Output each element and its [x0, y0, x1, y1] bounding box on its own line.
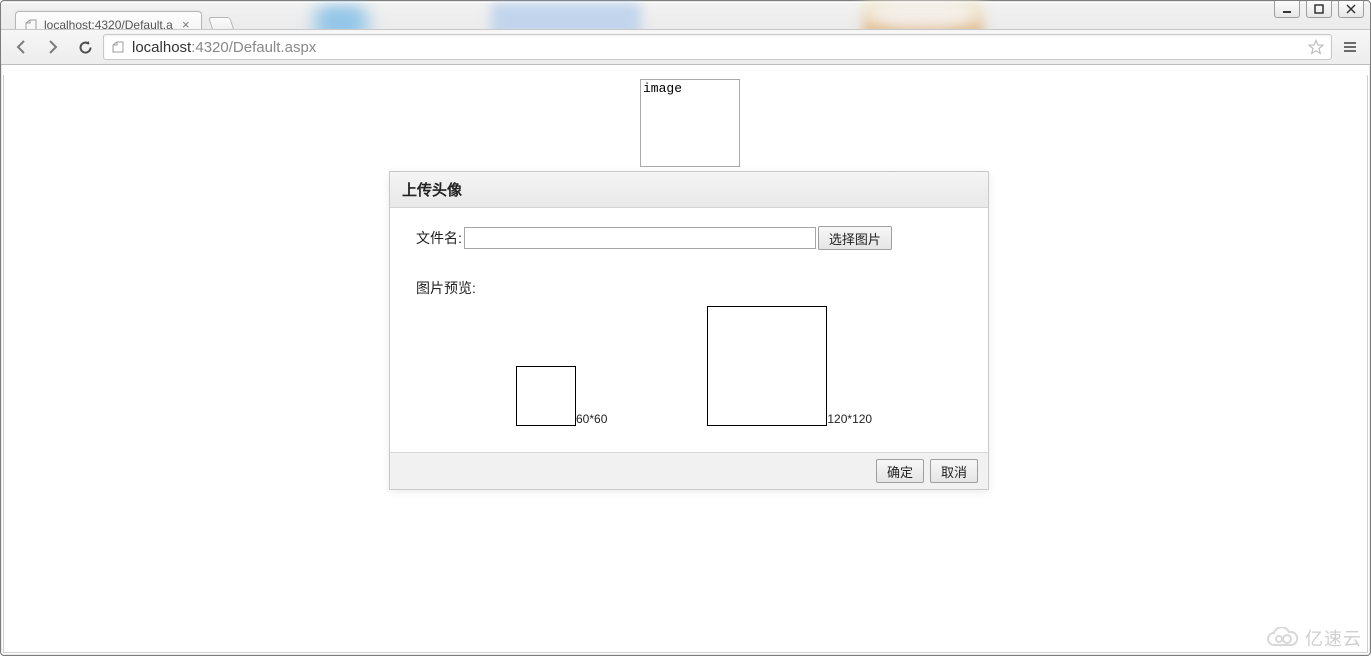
window-minimize-button[interactable]: [1274, 1, 1300, 18]
preview-120-box: [707, 306, 827, 426]
cloud-icon: [1265, 627, 1299, 649]
preview-60-box: [516, 366, 576, 426]
nav-back-button[interactable]: [7, 34, 35, 60]
preview-120-caption: 120*120: [827, 412, 872, 426]
broken-image-alt-text: image: [643, 81, 682, 96]
nav-reload-button[interactable]: [71, 34, 99, 60]
file-row: 文件名: 选择图片: [416, 226, 962, 250]
broken-image-placeholder: image: [640, 79, 740, 167]
browser-toolbar: localhost:4320/Default.aspx: [1, 29, 1370, 65]
preview-60-caption: 60*60: [576, 412, 607, 426]
choose-image-button[interactable]: 选择图片: [818, 226, 892, 250]
cancel-button[interactable]: 取消: [930, 459, 978, 483]
preview-section-label: 图片预览:: [416, 278, 962, 298]
preview-60-block: 60*60: [516, 366, 607, 426]
os-window: localhost:4320/Default.a × localhost:432…: [0, 0, 1371, 656]
url-path: :4320/Default.aspx: [191, 39, 316, 56]
ok-button[interactable]: 确定: [876, 459, 924, 483]
watermark-text: 亿速云: [1305, 625, 1362, 651]
file-name-label: 文件名:: [416, 228, 462, 248]
url-text: localhost:4320/Default.aspx: [132, 39, 1307, 56]
window-controls: [1274, 1, 1364, 18]
preview-120-block: 120*120: [707, 306, 872, 426]
address-bar[interactable]: localhost:4320/Default.aspx: [103, 34, 1332, 60]
upload-avatar-dialog: 上传头像 文件名: 选择图片 图片预览: 60*60 120*120: [389, 171, 989, 490]
window-maximize-button[interactable]: [1306, 1, 1332, 18]
tab-strip: localhost:4320/Default.a ×: [1, 1, 1370, 29]
window-close-button[interactable]: [1338, 1, 1364, 18]
dialog-footer: 确定 取消: [390, 452, 988, 489]
nav-forward-button[interactable]: [39, 34, 67, 60]
browser-menu-button[interactable]: [1336, 34, 1364, 60]
bookmark-star-icon[interactable]: [1307, 38, 1325, 56]
dialog-body: 文件名: 选择图片 图片预览: 60*60 120*120: [390, 208, 988, 452]
watermark: 亿速云: [1265, 625, 1362, 651]
site-info-icon[interactable]: [110, 39, 126, 55]
page-viewport: image 上传头像 文件名: 选择图片 图片预览: 60*60: [3, 75, 1368, 653]
preview-row: 60*60 120*120: [416, 306, 962, 426]
url-host: localhost: [132, 39, 191, 56]
dialog-title: 上传头像: [390, 172, 988, 208]
file-name-input[interactable]: [464, 227, 816, 249]
